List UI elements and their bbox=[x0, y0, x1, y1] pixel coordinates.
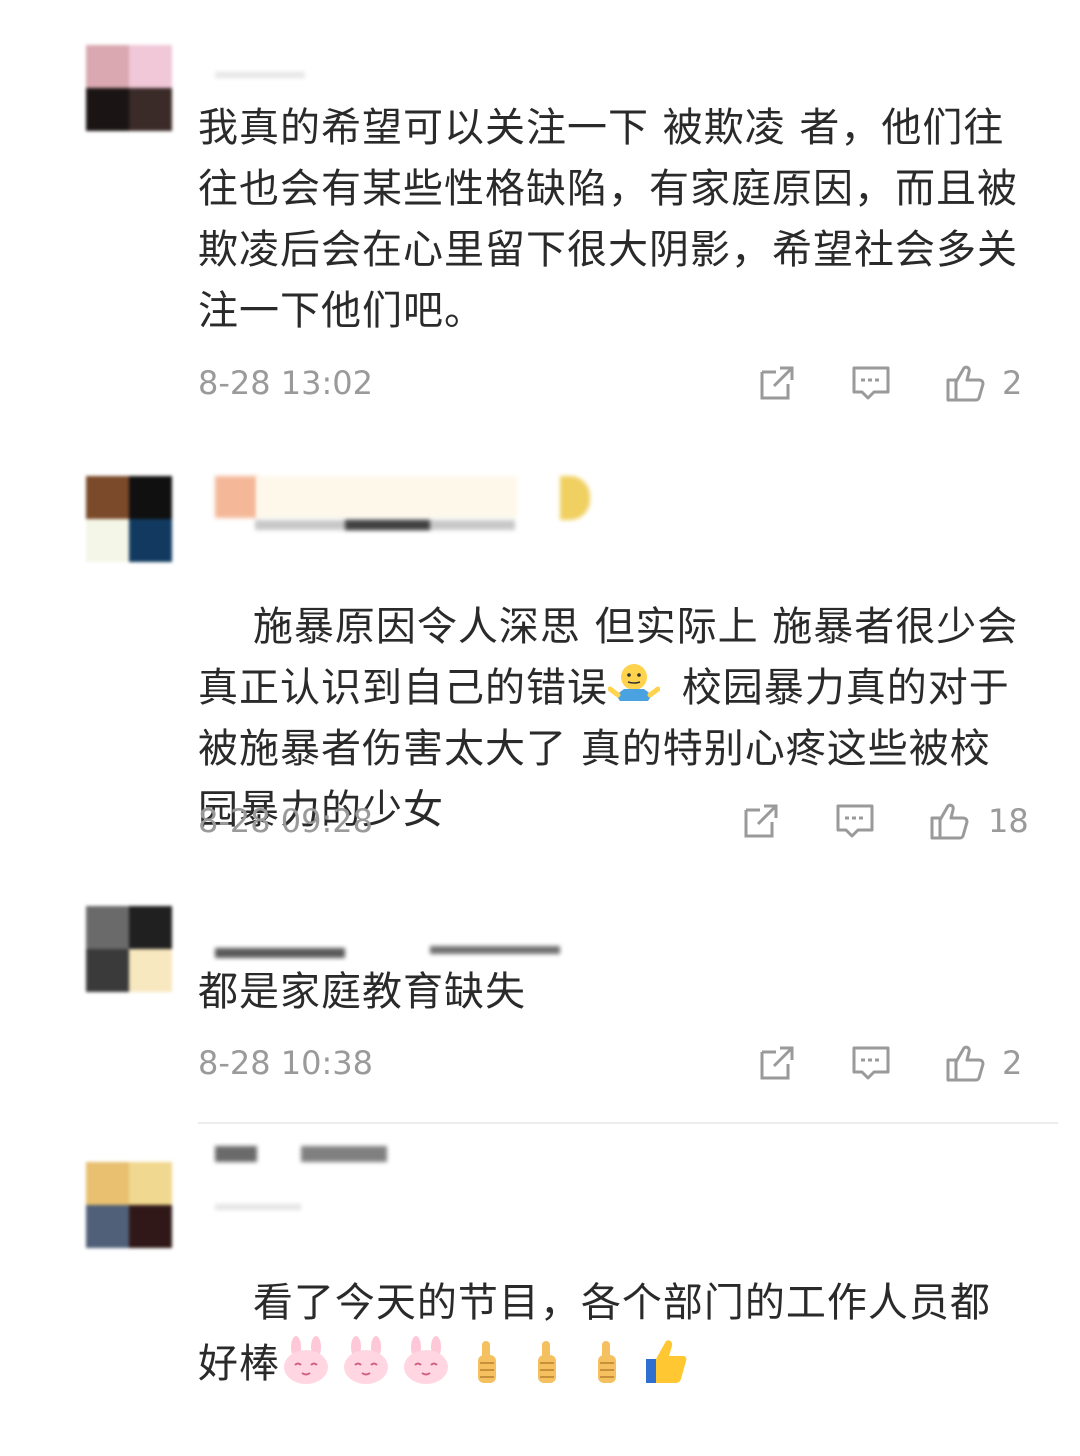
thumbs-up-emoji bbox=[520, 1335, 572, 1387]
thumbs-up-icon[interactable] bbox=[944, 362, 986, 404]
comment-icon[interactable] bbox=[850, 1042, 892, 1084]
bunny-emoji bbox=[400, 1335, 452, 1387]
share-icon[interactable] bbox=[740, 800, 782, 842]
thumbs-up-emoji bbox=[460, 1335, 512, 1387]
comment-icon[interactable] bbox=[834, 800, 876, 842]
avatar[interactable] bbox=[86, 906, 172, 992]
thumbs-up-emoji bbox=[580, 1335, 632, 1387]
share-icon[interactable] bbox=[756, 362, 798, 404]
comment-time: 8-28 13:02 bbox=[198, 364, 374, 402]
thumbs-up-icon[interactable] bbox=[928, 800, 970, 842]
comment-icon[interactable] bbox=[850, 362, 892, 404]
comment-time: 8-28 10:38 bbox=[198, 1044, 374, 1082]
shrug-emoji bbox=[607, 659, 661, 711]
like-count: 2 bbox=[1002, 1044, 1023, 1082]
avatar[interactable] bbox=[86, 1162, 172, 1248]
bunny-emoji bbox=[340, 1335, 392, 1387]
comment-text: 我真的希望可以关注一下 被欺凌 者，他们往往也会有某些性格缺陷，有家庭原因，而且… bbox=[198, 105, 1018, 334]
comment-time: 8-28 09:28 bbox=[198, 802, 374, 840]
share-icon[interactable] bbox=[756, 1042, 798, 1084]
comment-meta: 8-28 10:38 2 bbox=[198, 1038, 1028, 1088]
comment-text: 看了今天的节目，各个部门的工作人员都好棒 bbox=[198, 1212, 1028, 1456]
divider bbox=[198, 1122, 1058, 1124]
comment-meta: 8-28 09:28 18 bbox=[198, 796, 1029, 846]
avatar[interactable] bbox=[86, 45, 172, 131]
avatar[interactable] bbox=[86, 476, 172, 562]
comment-text: 都是家庭教育缺失 bbox=[198, 969, 526, 1015]
like-count: 18 bbox=[988, 802, 1029, 840]
bunny-emoji bbox=[280, 1335, 332, 1387]
like-count: 2 bbox=[1002, 364, 1023, 402]
comment-text: 施暴原因令人深思 但实际上 施暴者很少会真正认识到自己的错误 校园暴力真的对于被… bbox=[198, 536, 1028, 902]
comment-meta: 8-28 13:02 2 bbox=[198, 358, 1028, 408]
thumbs-up-icon[interactable] bbox=[944, 1042, 986, 1084]
thumbs-up-emoji bbox=[640, 1335, 692, 1387]
